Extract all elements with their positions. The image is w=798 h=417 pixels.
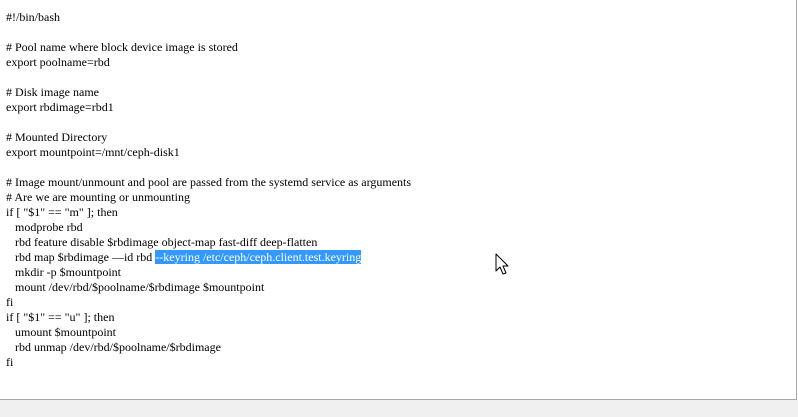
code-line: # Image mount/unmount and pool are passe… — [6, 175, 412, 189]
text-editor[interactable]: #!/bin/bash # Pool name where block devi… — [0, 0, 797, 400]
line-prefix: rbd map $rbdimage —id rbd — [6, 250, 156, 264]
code-line: export mountpoint=/mnt/ceph-disk1 — [6, 145, 180, 159]
code-line: umount $mountpoint — [6, 325, 117, 339]
code-line: rbd unmap /dev/rbd/$poolname/$rbdimage — [6, 340, 221, 354]
code-line-selected: rbd map $rbdimage —id rbd --keyring /etc… — [6, 250, 411, 265]
code-line: # Mounted Directory — [6, 130, 108, 144]
code-line: mount /dev/rbd/$poolname/$rbdimage $moun… — [6, 280, 265, 294]
code-line: #!/bin/bash — [6, 10, 60, 24]
code-line: # Disk image name — [6, 85, 99, 99]
code-line: if [ "$1" == "u" ]; then — [6, 310, 115, 324]
code-line: mkdir -p $mountpoint — [6, 265, 121, 279]
code-line: if [ "$1" == "m" ]; then — [6, 205, 118, 219]
code-line: export poolname=rbd — [6, 55, 110, 69]
code-line: # Pool name where block device image is … — [6, 40, 238, 54]
code-line: modprobe rbd — [6, 220, 83, 234]
arrow-pointer-icon — [495, 253, 509, 275]
text-selection[interactable]: --keyring /etc/ceph/ceph.client.test.key… — [155, 250, 362, 264]
code-line: fi — [6, 355, 14, 369]
code-line: export rbdimage=rbd1 — [6, 100, 114, 114]
code-line: rbd feature disable $rbdimage object-map… — [6, 235, 318, 249]
code-line: fi — [6, 295, 14, 309]
code-text[interactable]: #!/bin/bash # Pool name where block devi… — [6, 10, 411, 370]
horizontal-scrollbar[interactable] — [0, 400, 798, 417]
code-line: # Are we are mounting or unmounting — [6, 190, 190, 204]
